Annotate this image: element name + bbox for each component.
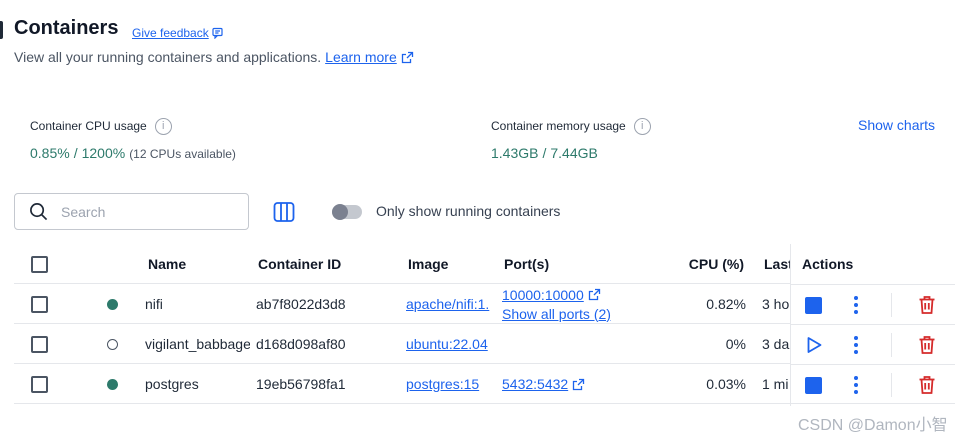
more-options-icon[interactable] [853, 336, 859, 354]
memory-usage-label: Container memory usage [491, 119, 626, 133]
feedback-icon [212, 27, 223, 39]
memory-used-value: 1.43GB [491, 145, 539, 161]
cpu-usage-stat: Container CPU usage i 0.85% / 1200% (12 … [30, 117, 236, 161]
external-link-icon[interactable] [572, 378, 585, 391]
trash-icon[interactable] [918, 295, 936, 315]
memory-total-value: 7.44GB [550, 145, 598, 161]
cpu-usage-label: Container CPU usage [30, 119, 147, 133]
select-all-checkbox[interactable] [31, 255, 48, 273]
cpu-separator: / [73, 145, 78, 161]
select-all-cell [31, 244, 48, 284]
cpu-note: (12 CPUs available) [129, 147, 236, 161]
subtitle-text: View all your running containers and app… [14, 49, 322, 65]
external-link-icon[interactable] [401, 51, 414, 64]
cpu-percent: 0% [725, 336, 746, 352]
container-id: 19eb56798fa1 [256, 376, 346, 392]
status-stopped-icon [107, 338, 118, 350]
row-checkbox[interactable] [31, 295, 48, 313]
row-actions [791, 284, 955, 324]
last-started: 3 da [762, 336, 790, 352]
header-container-id[interactable]: Container ID [258, 244, 341, 284]
stop-icon[interactable] [805, 297, 822, 314]
more-options-icon[interactable] [853, 296, 859, 314]
give-feedback-link[interactable]: Give feedback [132, 26, 224, 40]
more-options-icon[interactable] [853, 376, 859, 394]
divider [891, 333, 892, 357]
show-charts-link[interactable]: Show charts [858, 117, 935, 133]
memory-usage-stat: Container memory usage i 1.43GB / 7.44GB [491, 117, 651, 161]
running-only-toggle[interactable] [332, 204, 362, 220]
header-name[interactable]: Name [148, 244, 186, 284]
container-id: d168d098af80 [256, 336, 346, 352]
search-box[interactable] [14, 193, 249, 230]
left-accent-bar [0, 21, 3, 39]
ports-cell: 10000:10000 Show all ports (2) [502, 284, 611, 324]
cpu-percent: 0.03% [706, 376, 746, 392]
memory-separator: / [542, 145, 547, 161]
info-icon[interactable]: i [633, 117, 651, 135]
stop-icon[interactable] [805, 377, 822, 394]
search-input[interactable] [61, 203, 221, 220]
cpu-total-value: 1200% [81, 145, 126, 161]
container-name[interactable]: vigilant_babbage [145, 324, 250, 364]
info-icon[interactable]: i [154, 117, 172, 135]
port-link[interactable]: 5432:5432 [502, 375, 568, 393]
container-id: ab7f8022d3d8 [256, 296, 346, 312]
image-link[interactable]: ubuntu:22.04 [406, 336, 488, 352]
image-link[interactable]: postgres:15 [406, 376, 479, 392]
header-image[interactable]: Image [408, 244, 448, 284]
actions-column: Actions [790, 244, 955, 406]
container-name[interactable]: postgres [145, 364, 250, 404]
trash-icon[interactable] [918, 335, 936, 355]
row-checkbox[interactable] [31, 335, 48, 353]
cpu-used-value: 0.85% [30, 145, 70, 161]
toggle-knob [332, 204, 348, 220]
give-feedback-label: Give feedback [132, 26, 209, 40]
running-only-label: Only show running containers [376, 203, 561, 219]
play-icon[interactable] [805, 336, 823, 354]
status-running-icon [107, 378, 118, 390]
container-name[interactable]: nifi [145, 284, 250, 324]
header-actions: Actions [802, 256, 854, 272]
row-checkbox[interactable] [31, 375, 48, 393]
image-link[interactable]: apache/nifi:1. [406, 296, 489, 312]
learn-more-link[interactable]: Learn more [325, 49, 397, 65]
page-subtitle: View all your running containers and app… [14, 49, 414, 65]
ports-cell: 5432:5432 [502, 364, 585, 404]
watermark: CSDN @Damon小智 [798, 417, 948, 434]
divider [891, 293, 892, 317]
last-started: 1 mi [762, 376, 789, 392]
port-link[interactable]: 10000:10000 [502, 286, 584, 304]
trash-icon[interactable] [918, 375, 936, 395]
header-ports[interactable]: Port(s) [504, 244, 549, 284]
show-all-ports-link[interactable]: Show all ports (2) [502, 305, 611, 323]
cpu-percent: 0.82% [706, 296, 746, 312]
header-cpu[interactable]: CPU (%) [674, 244, 744, 284]
external-link-icon[interactable] [588, 288, 601, 301]
search-icon [30, 203, 48, 221]
status-running-icon [107, 298, 118, 310]
page-title: Containers [14, 17, 119, 39]
row-actions [791, 324, 955, 364]
row-actions [791, 364, 955, 404]
last-started: 3 ho [762, 296, 790, 312]
columns-icon[interactable] [273, 201, 295, 223]
divider [891, 373, 892, 397]
